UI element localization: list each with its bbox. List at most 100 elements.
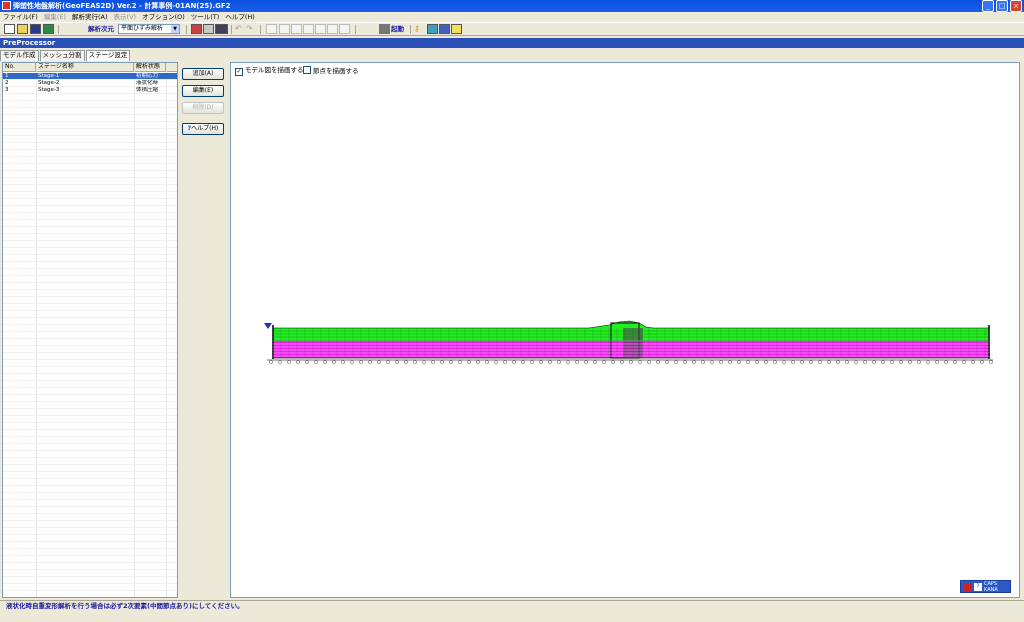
roller-support: [980, 360, 984, 364]
window-title: 弾塑性地盤解析(GeoFEAS2D) Ver.2 - 計算事例-01AN(25)…: [13, 2, 231, 10]
menu-file[interactable]: ファイル(F): [0, 12, 41, 22]
undo-icon[interactable]: ↶: [235, 24, 246, 34]
column-header-stage-name[interactable]: ステージ名称: [36, 63, 134, 71]
help-button[interactable]: ?ヘルプ(H): [182, 123, 224, 135]
roller-support: [773, 360, 777, 364]
roller-support: [440, 360, 444, 364]
print-icon[interactable]: [203, 24, 214, 34]
roller-support: [449, 360, 453, 364]
grid-line: [3, 380, 177, 381]
open-folder-icon[interactable]: [17, 24, 28, 34]
add-button[interactable]: 追加(A): [182, 68, 224, 80]
status-bar: 液状化時自重変形解析を行う場合は必ず2次要素(中間節点あり)にしてください。: [0, 600, 1024, 612]
zoom-in-icon[interactable]: [279, 24, 290, 34]
zoom-all-icon[interactable]: [315, 24, 326, 34]
minimize-button[interactable]: _: [982, 0, 994, 12]
redo-icon[interactable]: ↷: [246, 24, 257, 34]
roller-support: [818, 360, 822, 364]
zoom-fit-icon[interactable]: [266, 24, 277, 34]
grid-line: [3, 450, 177, 451]
new-file-icon[interactable]: [4, 24, 15, 34]
grid-line: [3, 114, 177, 115]
edit-button[interactable]: 編集(E): [182, 85, 224, 97]
roller-support: [836, 360, 840, 364]
zoom-window-icon[interactable]: [303, 24, 314, 34]
roller-support: [638, 360, 642, 364]
roller-support: [269, 360, 273, 364]
grid-line: [3, 268, 177, 269]
dimension-select[interactable]: 平面ひずみ解析 ▼: [118, 24, 180, 34]
grid-line: [3, 548, 177, 549]
grid-line: [3, 576, 177, 577]
redraw-icon[interactable]: [339, 24, 350, 34]
roller-support: [566, 360, 570, 364]
toolbar-separator: [231, 25, 232, 34]
grid-line: [3, 331, 177, 332]
delete-button[interactable]: 削除(D): [182, 102, 224, 114]
ime-kana-label: KANA: [984, 587, 998, 593]
roller-support: [584, 360, 588, 364]
grid-line: [3, 79, 177, 80]
maximize-button[interactable]: □: [996, 0, 1008, 12]
menu-analysis-run[interactable]: 解析実行(A): [69, 12, 111, 22]
roller-support: [512, 360, 516, 364]
roller-support: [782, 360, 786, 364]
zoom-out-icon[interactable]: [291, 24, 302, 34]
dimension-select-value: 平面ひずみ解析: [121, 25, 164, 32]
tab-model-creation[interactable]: モデル作成: [0, 50, 39, 61]
mail-icon[interactable]: [439, 24, 450, 34]
grid-line: [3, 485, 177, 486]
help-button-label: ヘルプ(H): [191, 125, 219, 132]
run-analysis-icon[interactable]: [379, 24, 390, 34]
grid-line: [3, 569, 177, 570]
roller-support: [575, 360, 579, 364]
grid-line: [3, 338, 177, 339]
close-button[interactable]: ×: [1010, 0, 1022, 12]
model-canvas[interactable]: ✓ モデル図を描画する 節点を描画する: [230, 62, 1020, 598]
preprocessor-header: PreProcessor: [0, 38, 1024, 48]
grid-line: [3, 121, 177, 122]
stage-list[interactable]: No. ステージ名称 解析状態 1 Stage-1 初期応力 2 Stage-2…: [2, 62, 178, 598]
copy-icon[interactable]: [191, 24, 202, 34]
column-divider: [166, 71, 167, 597]
roller-support: [971, 360, 975, 364]
key-icon[interactable]: ⚷: [414, 24, 425, 34]
export-icon[interactable]: [43, 24, 54, 34]
roller-support: [737, 360, 741, 364]
menu-edit[interactable]: 編集(E): [41, 12, 69, 22]
grid-line: [3, 226, 177, 227]
menu-tools[interactable]: ツール(T): [188, 12, 223, 22]
grid-line: [3, 478, 177, 479]
roller-support: [872, 360, 876, 364]
roller-support: [809, 360, 813, 364]
roller-support: [683, 360, 687, 364]
roller-support: [341, 360, 345, 364]
grid-line: [3, 233, 177, 234]
grid-line: [3, 513, 177, 514]
roller-support: [791, 360, 795, 364]
menu-options[interactable]: オプション(O): [139, 12, 188, 22]
post-icon[interactable]: [215, 24, 228, 34]
roller-support: [296, 360, 300, 364]
grid-line: [3, 163, 177, 164]
tab-mesh-division[interactable]: メッシュ分割: [39, 50, 85, 61]
info-icon[interactable]: [451, 24, 462, 34]
start-button[interactable]: 起動: [391, 24, 404, 35]
column-header-no[interactable]: No.: [3, 63, 36, 71]
grid-line: [3, 499, 177, 500]
roller-support: [665, 360, 669, 364]
ime-toolbar[interactable]: ? CAPS KANA: [960, 580, 1011, 593]
grid-line: [3, 296, 177, 297]
menu-help[interactable]: ヘルプ(H): [222, 12, 257, 22]
save-icon[interactable]: [30, 24, 41, 34]
roller-support: [359, 360, 363, 364]
pan-hand-icon[interactable]: [327, 24, 338, 34]
column-header-state[interactable]: 解析状態: [134, 63, 166, 71]
grid-line: [3, 415, 177, 416]
roller-support: [656, 360, 660, 364]
window-icon[interactable]: [427, 24, 438, 34]
menu-view[interactable]: 表示(V): [111, 12, 140, 22]
roller-support: [755, 360, 759, 364]
tab-stage-settings[interactable]: ステージ設定: [85, 50, 131, 61]
roller-support: [494, 360, 498, 364]
